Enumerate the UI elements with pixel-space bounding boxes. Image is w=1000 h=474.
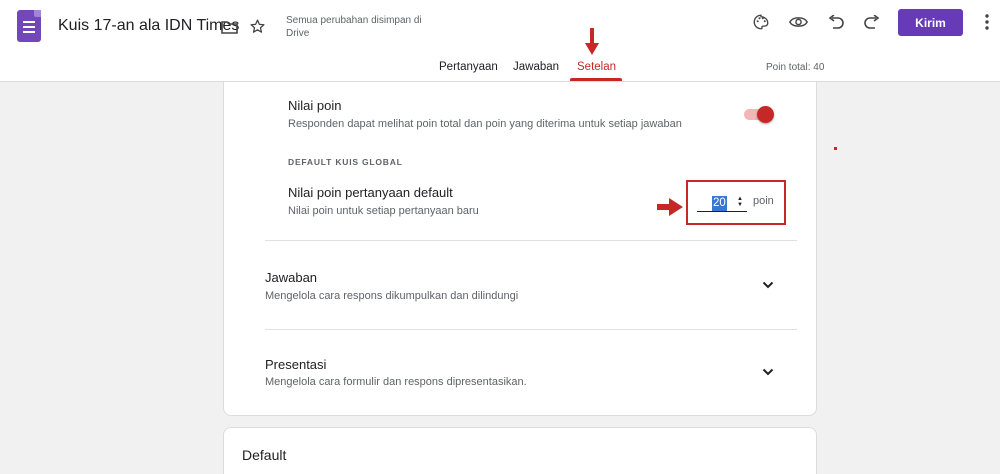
defaults-card: Default xyxy=(223,427,817,474)
section-divider xyxy=(265,329,797,330)
point-value-toggle-knob[interactable] xyxy=(757,106,774,123)
tab-setelan[interactable]: Setelan xyxy=(577,61,616,73)
annotation-dot xyxy=(834,147,837,150)
presentation-chevron-down-icon[interactable] xyxy=(760,364,776,380)
point-value-title: Nilai poin xyxy=(288,98,342,113)
responses-section-title[interactable]: Jawaban xyxy=(265,270,317,285)
default-point-unit: poin xyxy=(753,195,774,207)
responses-chevron-down-icon[interactable] xyxy=(760,277,776,293)
undo-icon[interactable] xyxy=(826,12,846,32)
defaults-card-title: Default xyxy=(242,447,287,463)
folder-icon[interactable] xyxy=(220,18,238,36)
section-divider xyxy=(265,240,797,241)
presentation-section-description: Mengelola cara formulir dan respons dipr… xyxy=(265,376,527,388)
save-status: Semua perubahan disimpan di Drive xyxy=(286,15,422,39)
send-button[interactable]: Kirim xyxy=(898,9,963,36)
number-spinner-icon[interactable]: ▲ ▼ xyxy=(736,196,744,210)
responses-section-description: Mengelola cara respons dikumpulkan dan d… xyxy=(265,290,519,302)
annotation-arrow-right-icon xyxy=(657,198,683,216)
tab-pertanyaan[interactable]: Pertanyaan xyxy=(439,61,498,73)
star-icon[interactable] xyxy=(248,17,266,35)
active-tab-indicator xyxy=(570,78,622,81)
default-point-value[interactable]: 20 xyxy=(712,196,727,211)
tab-jawaban[interactable]: Jawaban xyxy=(513,61,559,73)
palette-icon[interactable] xyxy=(751,12,771,32)
forms-logo-icon[interactable] xyxy=(17,10,41,42)
default-point-title: Nilai poin pertanyaan default xyxy=(288,185,453,200)
annotation-arrow-down-icon xyxy=(585,28,599,55)
more-vert-icon[interactable] xyxy=(980,12,994,32)
point-value-description: Responden dapat melihat poin total dan p… xyxy=(288,118,682,130)
presentation-section-title[interactable]: Presentasi xyxy=(265,357,326,372)
global-quiz-default-heading: DEFAULT KUIS GLOBAL xyxy=(288,157,403,167)
preview-eye-icon[interactable] xyxy=(788,12,808,32)
app-header: Kuis 17-an ala IDN Times Semua perubahan… xyxy=(0,0,1000,82)
default-point-description: Nilai poin untuk setiap pertanyaan baru xyxy=(288,205,479,217)
tab-bar: Pertanyaan Jawaban Setelan Poin total: 4… xyxy=(0,61,1000,81)
form-title[interactable]: Kuis 17-an ala IDN Times xyxy=(58,17,239,35)
points-total: Poin total: 40 xyxy=(766,62,825,73)
redo-icon[interactable] xyxy=(862,12,882,32)
